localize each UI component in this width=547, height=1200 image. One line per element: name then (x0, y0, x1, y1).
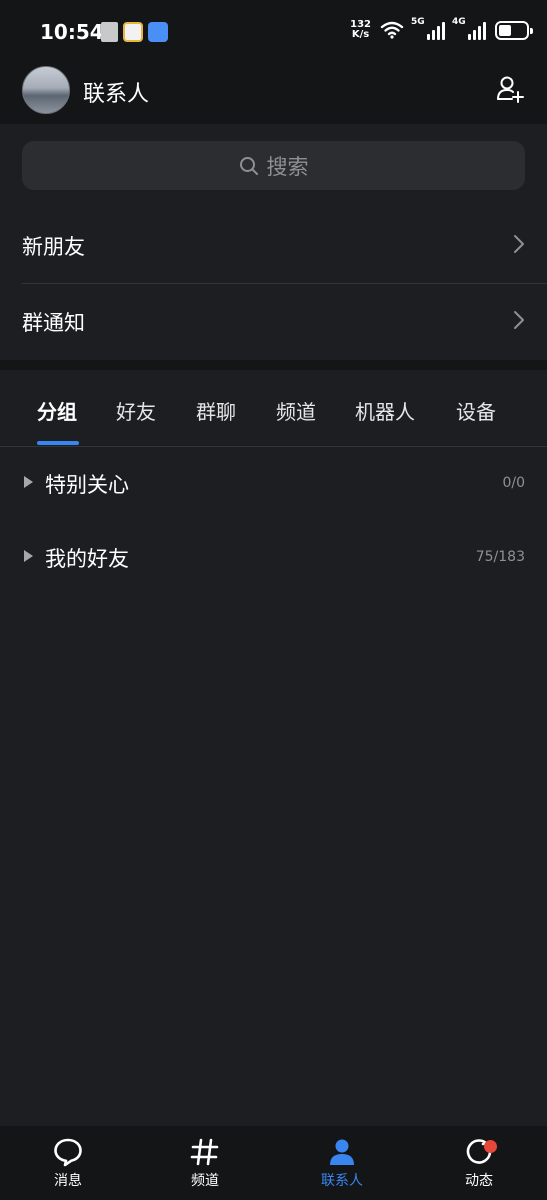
tab-group-chats[interactable]: 群聊 (196, 396, 236, 425)
book-app-icon (101, 22, 118, 42)
group-notice-entry[interactable]: 群通知 (0, 284, 547, 360)
status-indicators: 132 K/s 5G 4G (350, 17, 533, 40)
hash-icon (190, 1138, 219, 1166)
battery-icon (495, 20, 533, 40)
section-gap (0, 360, 547, 370)
group-name: 我的好友 (45, 547, 129, 571)
nav-label: 消息 (54, 1173, 82, 1189)
expand-arrow-icon (24, 550, 33, 562)
network-speed-unit: K/s (351, 29, 370, 40)
group-count: 75/183 (475, 549, 525, 565)
nav-channels[interactable]: 频道 (165, 1136, 245, 1190)
signal-5g-label: 5G (411, 17, 425, 27)
signal-bar (473, 30, 476, 40)
contacts-screen: 10:54 132 K/s 5G 4G 联系人 搜索 新朋友 群通知 分组 好友… (0, 0, 547, 1200)
divider (0, 446, 547, 447)
battery-level (499, 24, 511, 36)
new-friends-label: 新朋友 (22, 235, 85, 259)
search-input[interactable]: 搜索 (22, 141, 525, 190)
signal-bar (437, 26, 440, 40)
nav-label: 动态 (465, 1173, 493, 1189)
signal-bar (432, 30, 435, 40)
message-app-icon (148, 22, 168, 42)
battery-cap (530, 27, 533, 34)
group-count: 0/0 (502, 475, 525, 491)
tab-robots[interactable]: 机器人 (355, 396, 415, 425)
signal-bar (442, 22, 445, 40)
signal-bar (478, 26, 481, 40)
notification-dot (484, 1140, 497, 1153)
signal-bar (427, 34, 430, 40)
chevron-right-icon (514, 311, 524, 329)
bottom-nav: 消息 频道 联系人 动态 (0, 1126, 547, 1200)
group-name: 特别关心 (45, 473, 129, 497)
signal-5g-icon: 5G (411, 17, 445, 40)
page-title: 联系人 (83, 82, 150, 107)
signal-bar (483, 22, 486, 40)
network-speed: 132 K/s (350, 20, 371, 40)
contact-tabs: 分组 好友 群聊 频道 机器人 设备 (0, 384, 547, 446)
add-contact-icon[interactable] (495, 74, 525, 104)
status-time: 10:54 (40, 20, 104, 44)
search-placeholder: 搜索 (266, 154, 309, 179)
tab-devices[interactable]: 设备 (456, 396, 496, 425)
status-app-icons (101, 22, 168, 42)
signal-bar (468, 34, 471, 40)
group-row-special[interactable]: 特别关心 0/0 (0, 457, 547, 511)
nav-contacts[interactable]: 联系人 (302, 1136, 382, 1190)
message-bubble-icon (54, 1138, 82, 1167)
payment-app-icon (123, 22, 143, 42)
top-panel: 搜索 新朋友 群通知 (0, 124, 547, 360)
tab-channels[interactable]: 频道 (276, 396, 316, 425)
avatar[interactable] (22, 66, 70, 114)
page-header: 联系人 (0, 62, 547, 124)
signal-4g-icon: 4G (452, 17, 486, 40)
status-bar: 10:54 132 K/s 5G 4G (0, 0, 547, 62)
new-friends-entry[interactable]: 新朋友 (0, 208, 547, 284)
nav-messages[interactable]: 消息 (28, 1136, 108, 1190)
group-row-my-friends[interactable]: 我的好友 75/183 (0, 531, 547, 585)
expand-arrow-icon (24, 476, 33, 488)
group-notice-label: 群通知 (22, 311, 85, 335)
nav-moments[interactable]: 动态 (439, 1136, 519, 1190)
signal-4g-label: 4G (452, 17, 466, 27)
contacts-person-icon (330, 1139, 354, 1165)
active-tab-indicator (37, 441, 79, 445)
tab-groups[interactable]: 分组 (37, 396, 77, 425)
wifi-icon (380, 21, 404, 39)
nav-label: 联系人 (321, 1173, 363, 1189)
chevron-right-icon (514, 235, 524, 253)
tab-friends[interactable]: 好友 (116, 396, 156, 425)
nav-label: 频道 (191, 1173, 219, 1189)
search-icon (239, 156, 258, 175)
